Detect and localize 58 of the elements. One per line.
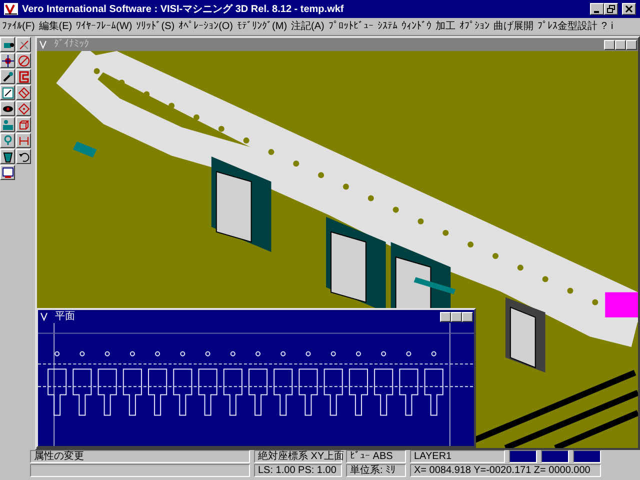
menu-item[interactable]: ｼｽﾃﾑ xyxy=(375,18,400,35)
color-swatch xyxy=(573,450,601,463)
menu-item[interactable]: 注記(A) xyxy=(289,18,326,35)
restore-button[interactable] xyxy=(604,3,618,15)
maximize-button[interactable] xyxy=(615,40,626,50)
undo-icon xyxy=(18,150,30,162)
toolbar-button[interactable] xyxy=(16,101,31,116)
circle-icon xyxy=(18,54,30,66)
minimize-button[interactable] xyxy=(604,40,615,50)
screen-icon xyxy=(2,166,14,178)
dimension-icon xyxy=(18,134,30,146)
cube-icon xyxy=(18,118,30,130)
close-icon xyxy=(625,5,633,13)
color-swatch xyxy=(509,450,537,463)
status-units: 単位系: ﾐﾘ xyxy=(346,464,406,477)
status-message: 属性の変更 xyxy=(30,450,250,463)
bracket-icon xyxy=(18,70,30,82)
cup-icon xyxy=(2,150,14,162)
view-title: 平面 xyxy=(55,310,76,324)
maximize-button[interactable] xyxy=(451,312,462,322)
frame-icon xyxy=(2,86,14,98)
menu-item[interactable]: ﾌｧｲﾙ(F) xyxy=(0,18,37,35)
toolbar-button[interactable] xyxy=(16,85,31,100)
menu-item[interactable]: ｳｨﾝﾄﾞｳ xyxy=(399,18,434,35)
status-scale: LS: 1.00 PS: 1.00 xyxy=(254,464,342,477)
minimize-button[interactable] xyxy=(590,3,604,15)
menu-item[interactable]: ｵﾍﾟﾚｰｼｮﾝ(O) xyxy=(176,18,236,35)
crosshair-icon xyxy=(2,54,14,66)
menu-item[interactable]: ｿﾘｯﾄﾞ(S) xyxy=(134,18,177,35)
diamond-icon xyxy=(18,86,30,98)
menu-item[interactable]: ﾌﾟﾛｯﾄﾋﾞｭｰ xyxy=(326,18,376,35)
menu-item[interactable]: ? xyxy=(599,18,609,35)
menu-item[interactable]: 曲げ展開 xyxy=(491,18,536,35)
menu-item[interactable]: 加工 xyxy=(433,18,458,35)
window-title: Vero International Software : VISI-マシニング 3D Rel. 8.12 - temp.wkf xyxy=(22,2,345,16)
restore-icon xyxy=(607,5,615,13)
menu-item[interactable]: i xyxy=(608,18,616,35)
close-button[interactable] xyxy=(462,312,473,322)
status-view: ﾋﾞｭｰ ABS xyxy=(346,450,406,463)
close-button[interactable] xyxy=(622,3,636,15)
status-coordinate-system: 絶対座標系 XY上面 xyxy=(254,450,342,463)
status-coordinates: X= 0084.918 Y=-0020.171 Z= 0000.000 xyxy=(410,464,601,477)
close-button[interactable] xyxy=(626,40,637,50)
menu-item[interactable]: ﾌﾟﾚｽ金型設計 xyxy=(535,18,600,35)
toolbar-button[interactable] xyxy=(0,53,15,68)
menu-item[interactable]: ﾜｲﾔｰﾌﾚｰﾑ(W) xyxy=(74,18,134,35)
line-icon xyxy=(18,38,30,50)
diamond-icon xyxy=(18,102,30,114)
figure-icon xyxy=(2,118,14,130)
menu-item[interactable]: ﾓﾃﾞﾘﾝｸﾞ(M) xyxy=(235,18,290,35)
app-logo-icon xyxy=(4,3,18,15)
minimize-button[interactable] xyxy=(440,312,451,322)
view-title: ﾀﾞｲﾅﾐｯｸ xyxy=(54,38,90,52)
menu-item[interactable]: ｵﾌﾟｼｮﾝ xyxy=(457,18,492,35)
status-layer: LAYER1 xyxy=(410,450,505,463)
menu-item[interactable]: 編集(E) xyxy=(36,18,74,35)
wand-icon xyxy=(2,70,14,82)
color-swatch xyxy=(541,450,569,463)
